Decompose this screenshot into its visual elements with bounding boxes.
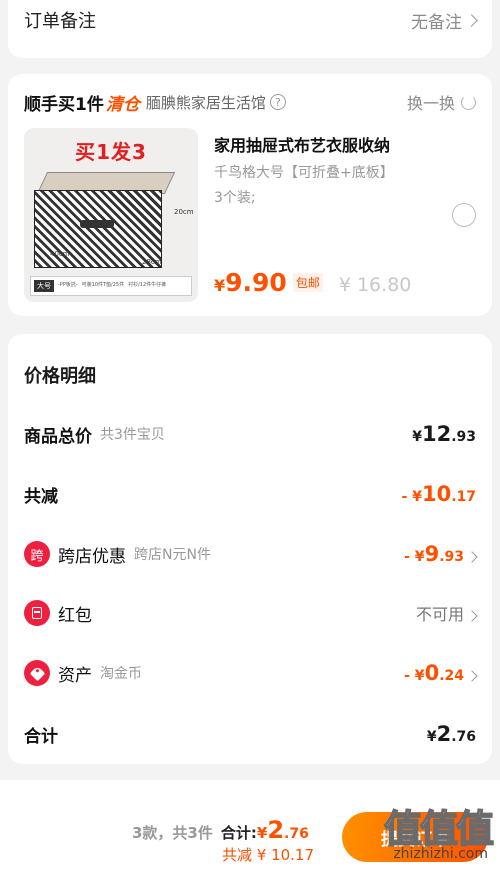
original-price: ¥ 16.80 — [338, 274, 412, 296]
refresh-icon — [461, 94, 476, 110]
order-note-row[interactable]: 订单备注 无备注 — [24, 4, 478, 36]
assets-sub: 淘金币 — [100, 666, 142, 682]
red-packet-value: 不可用 — [415, 601, 478, 625]
product-spec-qty: 3个装; — [214, 190, 256, 206]
promo-tag: 清仓 — [105, 94, 140, 115]
price-detail-title: 价格明细 — [24, 366, 96, 387]
checkout-total-dec: .76 — [284, 826, 309, 842]
subtotal-int: 12 — [421, 422, 452, 446]
cross-store-row[interactable]: 跨 跨店优惠 跨店N元N件 - ¥ 9 .93 — [24, 539, 478, 569]
red-packet-status: 不可用 — [415, 605, 464, 624]
subtotal-count: 共3件宝贝 — [100, 427, 165, 443]
chevron-right-icon — [465, 13, 478, 27]
promo-shop-name[interactable]: 腼腆熊家居生活馆 — [146, 92, 266, 113]
size-tag: 大号 — [34, 280, 54, 292]
chevron-right-icon — [466, 610, 478, 622]
assets-row[interactable]: 资产 淘金币 - ¥ 0 .24 — [24, 658, 478, 688]
checkout-count: 3款，共3件 — [132, 824, 213, 842]
total-int: 2 — [436, 722, 452, 746]
chevron-right-icon — [466, 670, 478, 682]
cross-store-value: - ¥ 9 .93 — [404, 542, 478, 566]
product-image-strip: 大号 -PP板託- 可装10件T恤/25件 衬衫/12件牛仔裤 — [30, 276, 192, 296]
cross-store-label: 跨店优惠 — [58, 546, 126, 567]
free-shipping-badge: 包邮 — [292, 273, 323, 292]
subtotal-value: ¥ 12 .93 — [412, 422, 476, 446]
price-currency: ¥ — [214, 276, 226, 295]
checkout-total-label: 合计: — [220, 824, 257, 842]
strip-text-1: -PP板託- — [58, 282, 78, 289]
select-radio[interactable] — [452, 203, 476, 227]
assets-dec: .24 — [439, 668, 464, 684]
total-dec: .76 — [451, 729, 476, 745]
assets-int: 0 — [424, 661, 440, 685]
product-name[interactable]: 家用抽屉式布艺衣服收纳 — [214, 132, 390, 156]
product-spec: 千鸟格大号【可折叠+底板】 — [214, 165, 394, 181]
product-price-row: ¥ 9.90 包邮 ¥ 16.80 — [214, 268, 411, 297]
checkout-bar: 3款，共3件 合计: ¥ 2 .76 共减 ¥ 10.17 提交订单 值值值 z… — [0, 780, 500, 884]
product-price: 9.90 — [225, 268, 287, 297]
box-handle-shape — [80, 220, 114, 228]
dim-height: 20cm — [174, 208, 194, 216]
discount-dec: .17 — [451, 489, 476, 505]
question-icon[interactable]: ? — [269, 94, 286, 110]
order-note-value-text: 无备注 — [411, 12, 462, 33]
promo-header: 顺手买1件 清仓 腼腆熊家居生活馆 ? 换一换 — [24, 88, 476, 116]
total-value: ¥ 2 .76 — [427, 722, 476, 746]
subtotal-dec: .93 — [451, 429, 476, 445]
checkout-discount: 共减 ¥ 10.17 — [222, 846, 315, 864]
order-note-card: 订单备注 无备注 — [8, 0, 492, 58]
discount-currency: - ¥ — [401, 489, 422, 505]
assets-label: 资产 — [58, 665, 92, 686]
dim-depth: 28cm — [142, 258, 162, 266]
order-note-value[interactable]: 无备注 — [411, 8, 478, 33]
product-image-headline: 买1发3 — [75, 140, 147, 164]
chevron-right-icon — [466, 551, 478, 563]
subtotal-row: 商品总价 共3件宝贝 ¥ 12 .93 — [24, 419, 476, 449]
total-currency: ¥ — [426, 729, 437, 745]
checkout-total-int: 2 — [267, 816, 285, 844]
total-label: 合计 — [24, 726, 58, 747]
subtotal-currency: ¥ — [412, 429, 422, 445]
assets-value: - ¥ 0 .24 — [404, 661, 478, 685]
swap-label: 换一换 — [406, 94, 455, 113]
swap-button[interactable]: 换一换 — [407, 90, 476, 114]
cross-store-sub: 跨店N元N件 — [134, 547, 211, 563]
cross-store-icon: 跨 — [24, 541, 50, 567]
checkout-summary: 3款，共3件 合计: ¥ 2 .76 — [132, 816, 309, 844]
price-detail-card: 价格明细 商品总价 共3件宝贝 ¥ 12 .93 共减 - ¥ 10 .17 跨… — [8, 334, 492, 764]
promo-title: 顺手买1件 — [24, 94, 104, 115]
product-image[interactable]: 买1发3 20cm 40cm 28cm 大号 -PP板託- 可装10件T恤/25… — [24, 128, 198, 302]
discount-row: 共减 - ¥ 10 .17 — [24, 479, 476, 509]
dim-width: 40cm — [50, 250, 70, 258]
assets-currency: - ¥ — [404, 668, 425, 684]
discount-label: 共减 — [24, 486, 58, 507]
submit-order-button[interactable]: 提交订单 — [342, 812, 488, 862]
strip-text-2: 可装10件T恤/25件 — [81, 282, 125, 289]
total-row: 合计 ¥ 2 .76 — [24, 719, 476, 749]
strip-text-3: 衬衫/12件牛仔裤 — [128, 282, 167, 289]
addon-promo-card: 顺手买1件 清仓 腼腆熊家居生活馆 ? 换一换 买1发3 20cm 40cm 2… — [8, 74, 492, 316]
subtotal-label: 商品总价 — [24, 426, 92, 447]
discount-value: - ¥ 10 .17 — [402, 482, 476, 506]
cross-store-int: 9 — [424, 542, 440, 566]
discount-int: 10 — [421, 482, 452, 506]
red-packet-label: 红包 — [58, 605, 92, 626]
cross-store-currency: - ¥ — [404, 549, 425, 565]
red-packet-row[interactable]: 红包 不可用 — [24, 598, 478, 628]
order-note-label: 订单备注 — [24, 11, 96, 32]
tag-icon — [24, 660, 50, 686]
cross-store-dec: .93 — [439, 549, 464, 565]
red-packet-icon — [24, 600, 50, 626]
checkout-currency: ¥ — [256, 824, 268, 842]
